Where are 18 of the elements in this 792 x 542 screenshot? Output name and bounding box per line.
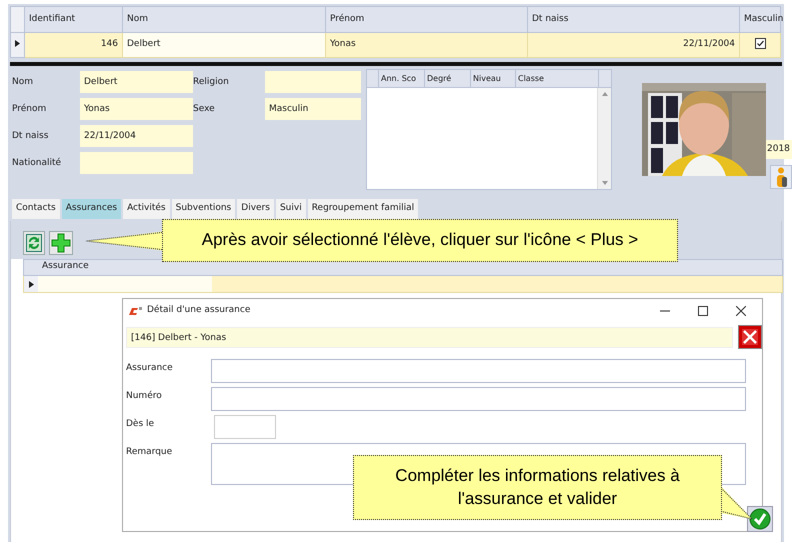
hint-tooltip: Après avoir sélectionné l'élève, cliquer sur l'icône < Plus > [162, 219, 678, 262]
field-label: Nom [12, 76, 34, 89]
field-label: Numéro [126, 390, 163, 403]
field-label: Religion [193, 76, 230, 89]
field-label: Assurance [126, 362, 174, 375]
field-label: Prénom [12, 102, 48, 116]
table-cell: 22/11/2004 [528, 32, 740, 58]
table-cell: Delbert [122, 32, 326, 58]
table-cell: 146 [24, 32, 122, 58]
field-label: Sexe [193, 103, 216, 116]
window-title: Détail d'une assurance [147, 304, 250, 318]
field-label: Remarque [126, 446, 174, 459]
date-text: 2018 [766, 140, 792, 159]
field-label: Dès le [126, 418, 156, 431]
field-label: Nationalité [12, 156, 62, 170]
table-cell: Yonas [326, 32, 528, 58]
field-label: Dt naiss [12, 130, 50, 143]
record-header: [146] Delbert - Yonas [126, 326, 734, 348]
